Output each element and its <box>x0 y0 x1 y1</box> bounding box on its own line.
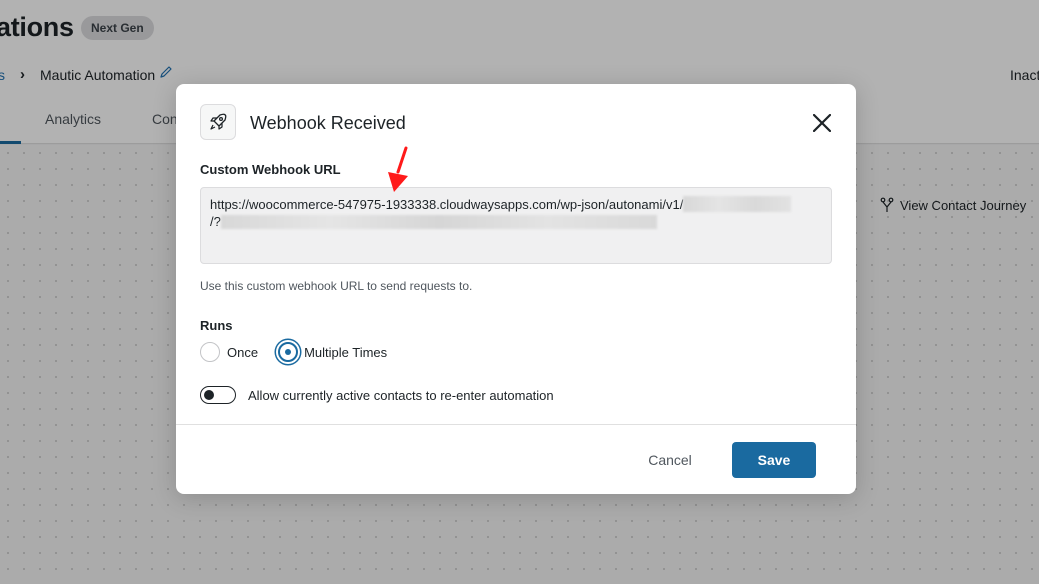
modal-icon-container <box>200 104 236 140</box>
webhook-url-label: Custom Webhook URL <box>200 162 341 177</box>
redacted-token <box>683 196 792 212</box>
rocket-icon <box>210 113 227 130</box>
modal-footer-divider <box>176 424 856 425</box>
reenter-toggle-label: Allow currently active contacts to re-en… <box>248 387 554 403</box>
webhook-url-help: Use this custom webhook URL to send requ… <box>200 279 473 293</box>
reenter-toggle-row: Allow currently active contacts to re-en… <box>200 386 554 404</box>
redacted-query <box>220 214 657 229</box>
runs-label: Runs <box>200 318 233 333</box>
reenter-toggle[interactable] <box>200 386 236 404</box>
run-multiple-radio[interactable] <box>278 342 299 362</box>
webhook-url-text: https://woocommerce-547975-1933338.cloud… <box>210 197 684 212</box>
modal-title: Webhook Received <box>250 113 406 133</box>
close-button[interactable] <box>809 110 835 136</box>
webhook-received-modal: Webhook Received Custom Webhook URL http… <box>176 84 856 494</box>
run-multiple-label[interactable]: Multiple Times <box>304 345 387 360</box>
run-once-label[interactable]: Once <box>227 345 258 360</box>
webhook-url-field[interactable]: https://woocommerce-547975-1933338.cloud… <box>200 187 832 264</box>
cancel-button[interactable]: Cancel <box>632 442 708 478</box>
run-once-radio[interactable] <box>200 342 220 362</box>
annotation-arrow-icon <box>388 146 408 192</box>
webhook-url-text-continued: /? <box>210 214 221 229</box>
save-button[interactable]: Save <box>732 442 816 478</box>
runs-radio-group: Once Multiple Times <box>200 342 387 362</box>
toggle-knob <box>204 390 214 400</box>
close-icon <box>813 114 831 132</box>
